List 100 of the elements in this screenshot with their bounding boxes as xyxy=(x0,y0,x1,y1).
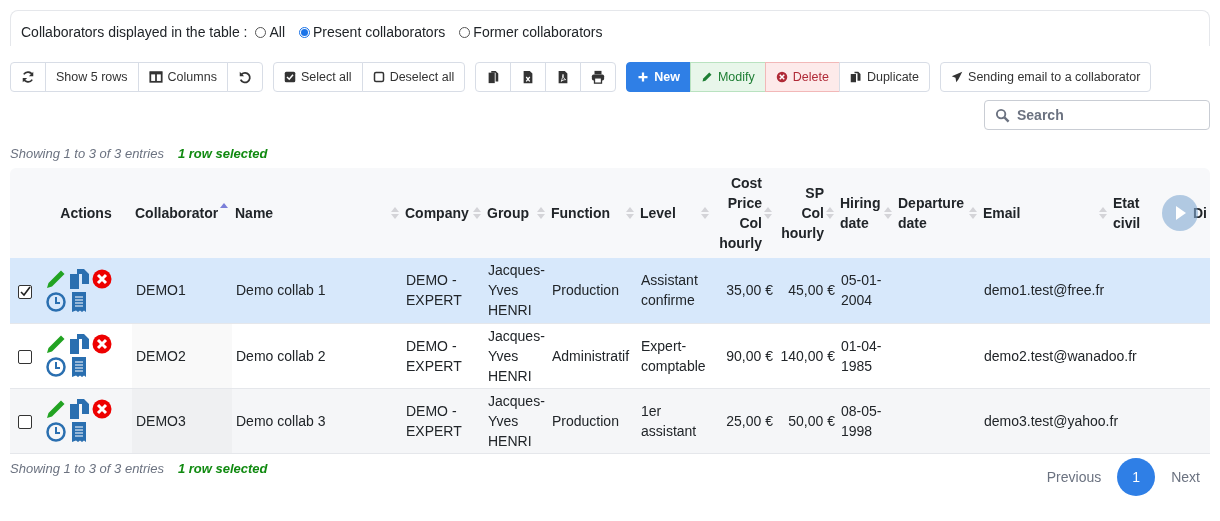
table-cell: 35,00 € xyxy=(726,282,773,299)
table-cell: Demo collab 2 xyxy=(236,347,326,364)
print-button[interactable] xyxy=(580,62,617,92)
modify-button[interactable]: Modify xyxy=(689,62,766,92)
copy-icon[interactable] xyxy=(69,334,89,354)
select-all-button[interactable]: Select all xyxy=(272,62,363,92)
row-checkbox[interactable] xyxy=(18,284,32,299)
table-cell: Assistant confirme xyxy=(641,272,698,309)
deselect-all-button[interactable]: Deselect all xyxy=(361,62,466,92)
table-cell: 01-04-1985 xyxy=(841,337,882,374)
delete-icon[interactable] xyxy=(92,399,112,419)
table-cell: demo2.test@wanadoo.fr xyxy=(984,347,1137,364)
table-cell: Jacques-Yves HENRI xyxy=(488,262,545,319)
table-cell: DEMO1 xyxy=(136,282,186,299)
search-icon xyxy=(995,108,1010,123)
print-icon xyxy=(591,70,606,84)
excel-button[interactable] xyxy=(510,62,547,92)
column-header[interactable]: Hiring date xyxy=(840,193,882,233)
plus-icon xyxy=(637,71,650,83)
table-cell: 25,00 € xyxy=(726,412,773,429)
clock-icon[interactable] xyxy=(46,422,66,442)
paper-plane-icon xyxy=(951,71,964,83)
receipt-icon[interactable] xyxy=(69,357,89,377)
table-cell: 140,00 € xyxy=(780,347,835,364)
clock-icon[interactable] xyxy=(46,357,66,377)
table-cell: demo1.test@free.fr xyxy=(984,282,1105,299)
table-cell: 08-05-1998 xyxy=(841,402,882,439)
pencil-icon xyxy=(700,71,713,83)
copy-button[interactable] xyxy=(475,62,512,92)
radio-option[interactable]: All xyxy=(255,24,286,40)
search-field[interactable]: Search xyxy=(984,100,1210,130)
column-header[interactable]: Cost Price Col hourly xyxy=(718,173,762,253)
copy-icon xyxy=(486,70,501,84)
send-email-button[interactable]: Sending email to a collaborator xyxy=(940,62,1152,92)
table-cell: Production xyxy=(552,282,619,299)
selection-info: 1 row selected xyxy=(177,145,268,161)
copy-icon xyxy=(849,71,862,83)
table-cell: 1er assistant xyxy=(641,402,697,439)
column-header[interactable]: Collaborator xyxy=(135,203,219,223)
table-cell: 50,00 € xyxy=(788,412,835,429)
column-header[interactable]: Departure date xyxy=(898,193,967,233)
previous-link[interactable]: Previous xyxy=(1046,468,1102,485)
table-cell: Demo collab 1 xyxy=(236,282,326,299)
column-header: Actions xyxy=(60,204,112,223)
next-link[interactable]: Next xyxy=(1171,468,1200,485)
table-cell: DEMO3 xyxy=(136,412,186,429)
edit-icon[interactable] xyxy=(46,399,66,419)
table-cell: Jacques-Yves HENRI xyxy=(488,327,545,384)
table-cell: DEMO - EXPERT xyxy=(406,272,462,309)
entries-info: Showing 1 to 3 of 3 entries xyxy=(10,461,164,476)
receipt-icon[interactable] xyxy=(69,291,89,312)
undo-button[interactable] xyxy=(226,62,263,92)
table-cell: Jacques-Yves HENRI xyxy=(488,392,545,449)
delete-button[interactable]: Delete xyxy=(764,62,840,92)
column-header[interactable]: Level xyxy=(640,203,676,223)
column-header[interactable]: Name xyxy=(235,203,274,223)
checked-box-icon xyxy=(283,71,296,83)
x-circle-icon xyxy=(775,71,788,83)
columns-button[interactable]: Columns xyxy=(137,62,228,92)
table-cell: 05-01-2004 xyxy=(841,272,882,309)
column-header[interactable]: Company xyxy=(405,203,469,223)
column-header[interactable]: Email xyxy=(983,203,1021,223)
receipt-icon[interactable] xyxy=(69,422,89,442)
entries-info: Showing 1 to 3 of 3 entries xyxy=(10,145,164,161)
clock-icon[interactable] xyxy=(46,291,66,312)
show-rows-button[interactable]: Show 5 rows xyxy=(45,62,139,92)
delete-icon[interactable] xyxy=(92,334,112,354)
column-header[interactable]: SP Col hourly xyxy=(780,183,824,243)
columns-icon xyxy=(148,70,163,84)
new-button[interactable]: New xyxy=(626,62,691,92)
column-header[interactable]: Function xyxy=(551,203,611,223)
table-cell: demo3.test@yahoo.fr xyxy=(984,412,1119,429)
row-checkbox[interactable] xyxy=(18,349,32,364)
refresh-icon xyxy=(21,70,35,84)
copy-icon[interactable] xyxy=(69,268,89,289)
row-checkbox[interactable] xyxy=(18,414,32,429)
copy-icon[interactable] xyxy=(69,399,89,419)
column-header[interactable]: Group xyxy=(487,203,529,223)
radio-option[interactable]: Present collaborators xyxy=(299,24,446,40)
column-header[interactable]: Etat civil xyxy=(1113,193,1149,233)
table-cell: 90,00 € xyxy=(726,347,773,364)
table-cell: DEMO2 xyxy=(136,347,186,364)
refresh-button[interactable] xyxy=(10,62,46,92)
table-cell: Expert-comptable xyxy=(641,337,706,374)
table-cell: DEMO - EXPERT xyxy=(406,337,462,374)
selection-info: 1 row selected xyxy=(177,461,268,476)
radio-option[interactable]: Former collaborators xyxy=(459,24,603,40)
delete-icon[interactable] xyxy=(92,268,112,289)
empty-box-icon xyxy=(372,71,385,83)
column-header[interactable]: Di xyxy=(1193,203,1207,223)
duplicate-button[interactable]: Duplicate xyxy=(838,62,931,92)
edit-icon[interactable] xyxy=(46,268,66,289)
table-cell: DEMO - EXPERT xyxy=(406,402,462,439)
page-button[interactable]: 1 xyxy=(1117,457,1156,496)
edit-icon[interactable] xyxy=(46,334,66,354)
table-cell: Production xyxy=(552,412,619,429)
table-cell: Demo collab 3 xyxy=(236,412,326,429)
undo-icon xyxy=(237,70,252,84)
filter-label: Collaborators displayed in the table : xyxy=(21,24,248,40)
pdf-button[interactable] xyxy=(545,62,582,92)
